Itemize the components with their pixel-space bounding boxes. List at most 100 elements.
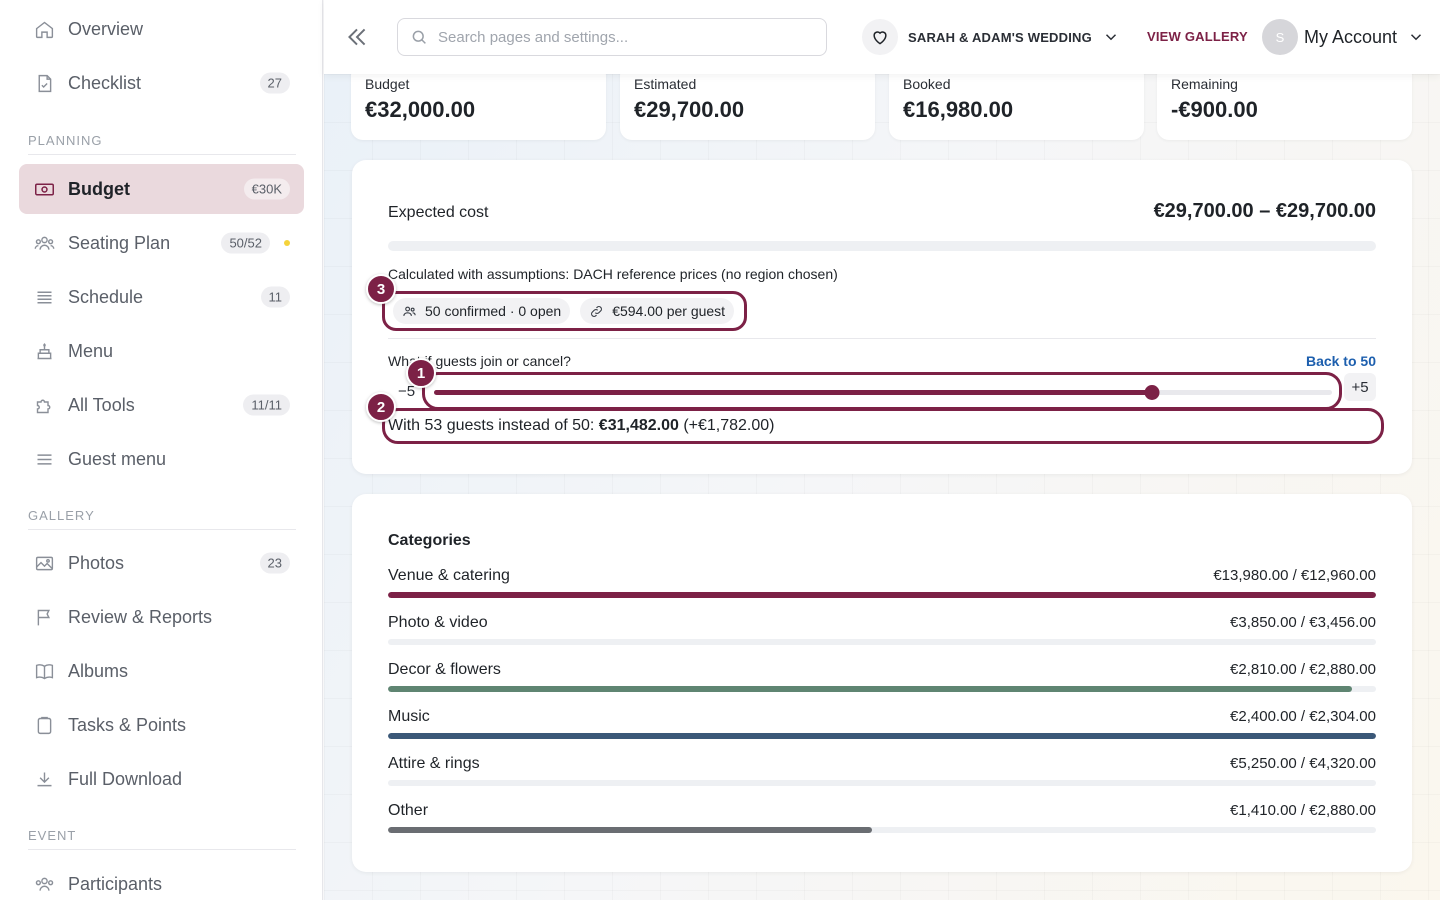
category-amount: €13,980.00 / €12,960.00 <box>1213 567 1376 584</box>
result-amount: €31,482.00 <box>598 417 679 434</box>
back-to-50-link[interactable]: Back to 50 <box>1306 353 1376 369</box>
wedding-name: SARAH & ADAM'S WEDDING <box>908 29 1092 45</box>
stat-label: Estimated <box>634 76 697 92</box>
assumption-chips: 50 confirmed · 0 open €594.00 per guest <box>382 291 748 331</box>
category-progress-track <box>388 733 1376 739</box>
slider-max-label: +5 <box>1344 373 1376 401</box>
sidebar-item-label: All Tools <box>68 394 135 415</box>
search-box[interactable] <box>397 18 827 56</box>
sidebar-item-schedule[interactable]: Schedule 11 <box>19 272 304 322</box>
sidebar-item-tasks-points[interactable]: Tasks & Points <box>19 700 304 750</box>
sidebar-item-full-download[interactable]: Full Download <box>19 754 304 804</box>
step-marker-1: 1 <box>406 358 436 388</box>
stat-label: Budget <box>365 76 410 92</box>
topbar: SARAH & ADAM'S WEDDING VIEW GALLERY S My… <box>324 0 1440 74</box>
money-icon <box>33 178 55 200</box>
sidebar-item-menu[interactable]: Menu <box>19 326 304 376</box>
category-progress-fill <box>388 686 1353 692</box>
category-row[interactable]: Photo & video €3,850.00 / €3,456.00 <box>388 614 1376 654</box>
main-content: Budget €32,000.00 Estimated €29,700.00 B… <box>324 74 1440 900</box>
stat-card-booked: Booked €16,980.00 <box>889 74 1144 140</box>
people-icon <box>33 232 55 254</box>
collapse-sidebar-icon[interactable] <box>344 24 370 50</box>
count-badge: 11 <box>260 286 290 308</box>
categories-card: Categories Venue & catering €13,980.00 / … <box>352 494 1412 872</box>
sidebar-item-label: Full Download <box>68 768 183 789</box>
category-row[interactable]: Music €2,400.00 / €2,304.00 <box>388 708 1376 748</box>
sidebar-item-all-tools[interactable]: All Tools 11/11 <box>19 380 304 430</box>
stat-card-estimated: Estimated €29,700.00 <box>620 74 875 140</box>
step-marker-2: 2 <box>366 392 396 422</box>
sidebar-item-overview[interactable]: Overview <box>19 4 304 54</box>
expected-cost-card: Expected cost €29,700.00 – €29,700.00 Ca… <box>352 160 1412 474</box>
category-row[interactable]: Other €1,410.00 / €2,880.00 <box>388 802 1376 842</box>
account-menu[interactable]: S My Account <box>1262 18 1425 56</box>
category-progress-track <box>388 592 1376 598</box>
stat-label: Remaining <box>1171 76 1238 92</box>
sidebar-item-albums[interactable]: Albums <box>19 646 304 696</box>
count-badge: 27 <box>259 72 290 94</box>
sidebar-item-photos[interactable]: Photos 23 <box>19 538 304 588</box>
categories-title: Categories <box>388 532 471 549</box>
category-row[interactable]: Attire & rings €5,250.00 / €4,320.00 <box>388 755 1376 795</box>
people-icon <box>403 306 416 316</box>
sidebar-item-label: Menu <box>68 340 114 361</box>
sidebar-item-review-reports[interactable]: Review & Reports <box>19 592 304 642</box>
sidebar-item-label: Overview <box>68 18 144 39</box>
category-progress-track <box>388 639 1376 645</box>
category-amount: €2,810.00 / €2,880.00 <box>1230 661 1376 678</box>
link-icon <box>591 305 603 317</box>
per-guest-chip-label: €594.00 per guest <box>612 303 726 319</box>
checklist-icon <box>33 72 55 94</box>
category-row[interactable]: Decor & flowers €2,810.00 / €2,880.00 <box>388 661 1376 701</box>
guests-chip[interactable]: 50 confirmed · 0 open <box>393 298 571 324</box>
category-progress-fill <box>388 592 1376 598</box>
category-amount: €5,250.00 / €4,320.00 <box>1230 755 1376 772</box>
search-input[interactable] <box>438 28 808 46</box>
sidebar-item-label: Photos <box>68 552 125 573</box>
category-name: Photo & video <box>388 614 488 631</box>
sidebar-item-seating-plan[interactable]: Seating Plan 50/52 <box>19 218 304 268</box>
what-if-result: With 53 guests instead of 50: €31,482.00… <box>388 417 775 435</box>
slider-highlight-ring <box>422 372 1342 410</box>
category-amount: €1,410.00 / €2,880.00 <box>1230 802 1376 819</box>
stat-value: €16,980.00 <box>903 97 1014 122</box>
sidebar-item-label: Tasks & Points <box>68 714 187 735</box>
sidebar-item-participants[interactable]: Participants <box>19 859 304 900</box>
category-progress-track <box>388 780 1376 786</box>
sidebar-item-checklist[interactable]: Checklist 27 <box>19 58 304 108</box>
wedding-selector[interactable]: SARAH & ADAM'S WEDDING <box>862 19 1120 55</box>
expected-cost-bar <box>388 241 1376 251</box>
expected-cost-range: €29,700.00 – €29,700.00 <box>1153 200 1376 222</box>
step-marker-3: 3 <box>366 274 396 304</box>
stat-value: €29,700.00 <box>634 97 745 122</box>
category-progress-track <box>388 827 1376 833</box>
sidebar-item-label: Budget <box>68 178 130 199</box>
section-title-event: EVENT <box>28 828 296 850</box>
sidebar-item-label: Albums <box>68 660 129 681</box>
book-icon <box>33 660 55 682</box>
category-row[interactable]: Venue & catering €13,980.00 / €12,960.00 <box>388 567 1376 607</box>
per-guest-chip[interactable]: €594.00 per guest <box>580 298 735 324</box>
sidebar-item-label: Seating Plan <box>68 232 171 253</box>
guests-chip-label: 50 confirmed · 0 open <box>425 303 562 319</box>
sidebar-item-label: Participants <box>68 873 163 894</box>
divider <box>388 338 1376 339</box>
sidebar: Overview Checklist 27 PLANNING Budget €3… <box>0 0 323 900</box>
category-progress-fill <box>388 827 873 833</box>
notification-dot <box>284 240 290 246</box>
section-title-planning: PLANNING <box>28 133 296 155</box>
sidebar-item-guest-menu[interactable]: Guest menu <box>19 434 304 484</box>
count-badge: 11/11 <box>243 394 290 416</box>
stat-card-remaining: Remaining -€900.00 <box>1157 74 1412 140</box>
sidebar-item-budget[interactable]: Budget €30K <box>19 164 304 214</box>
category-amount: €2,400.00 / €2,304.00 <box>1230 708 1376 725</box>
sidebar-item-label: Guest menu <box>68 448 167 469</box>
view-gallery-link[interactable]: VIEW GALLERY <box>1147 29 1248 44</box>
clipboard-icon <box>33 714 55 736</box>
cake-icon <box>33 340 55 362</box>
chevron-down-icon <box>1411 34 1422 41</box>
category-name: Music <box>388 708 430 725</box>
menu-icon <box>33 448 55 470</box>
category-name: Venue & catering <box>388 567 510 584</box>
